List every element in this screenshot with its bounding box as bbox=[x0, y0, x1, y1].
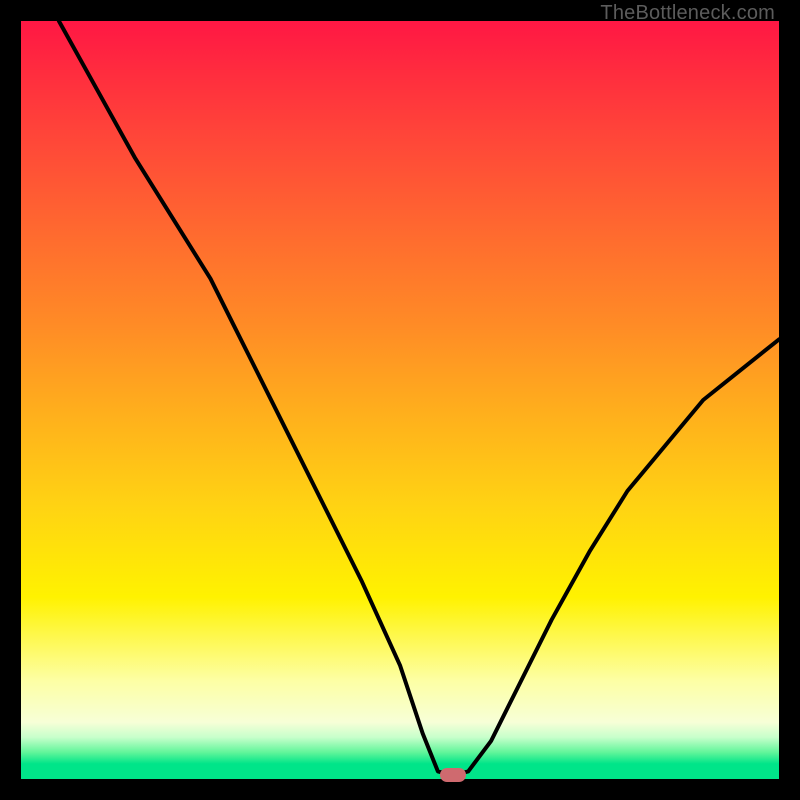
chart-frame: TheBottleneck.com bbox=[0, 0, 800, 800]
bottleneck-curve-path bbox=[59, 21, 779, 775]
minimum-marker bbox=[440, 768, 466, 782]
plot-area bbox=[21, 21, 779, 779]
curve-svg bbox=[21, 21, 779, 779]
